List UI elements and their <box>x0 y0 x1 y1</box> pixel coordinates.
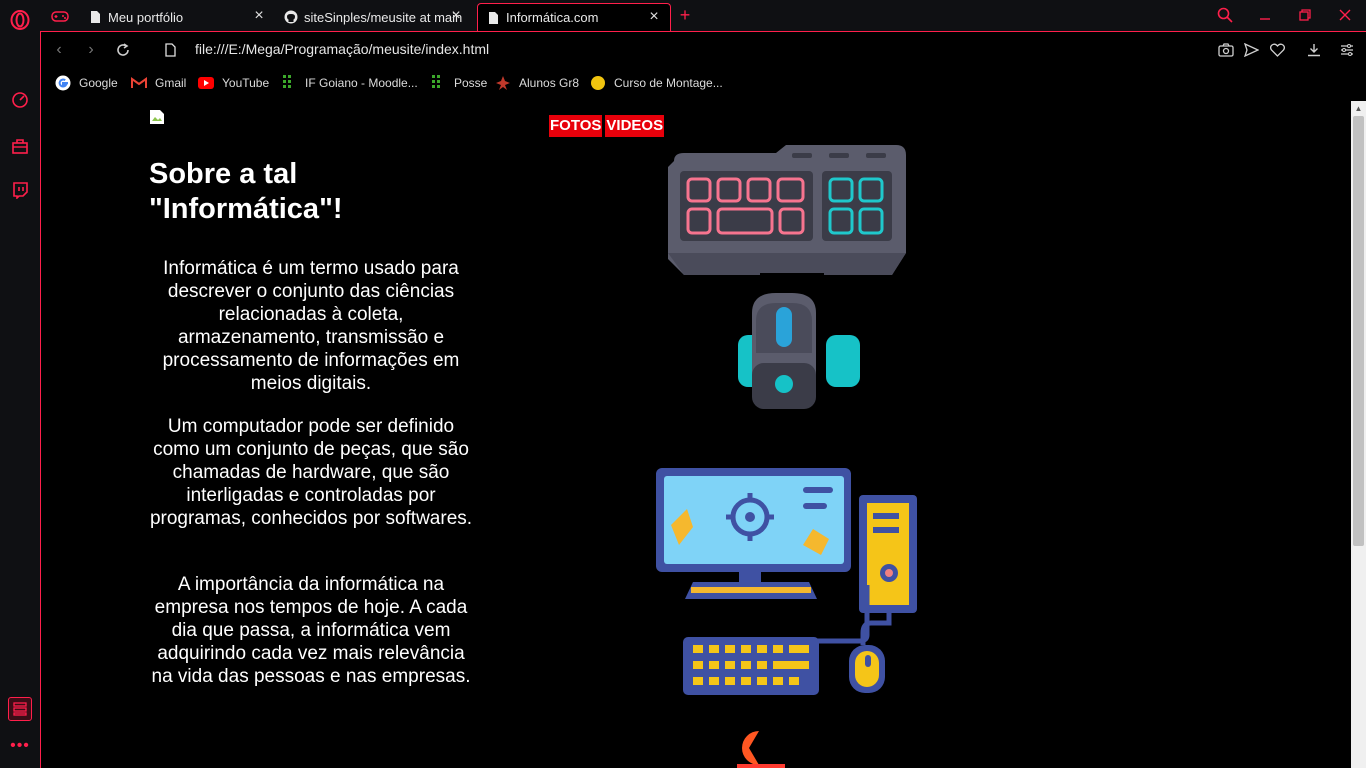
tab-informatica[interactable]: Informática.com × <box>477 3 671 31</box>
file-icon <box>161 41 179 59</box>
paragraph-2: Um computador pode ser definido como um … <box>149 416 473 529</box>
gmail-icon <box>131 75 147 91</box>
new-tab-button[interactable]: + <box>675 5 695 25</box>
page-viewport: FOTOS VIDEOS Sobre a tal "Informática"! … <box>40 101 1351 768</box>
bookmark-gmail[interactable]: Gmail <box>131 75 186 91</box>
restore-icon[interactable] <box>1294 6 1316 24</box>
bookmarks-bar: Google Gmail YouTube IF Goiano - Moodle.… <box>40 67 1366 101</box>
moodle-icon <box>281 75 297 91</box>
easy-setup-icon[interactable] <box>1338 41 1356 59</box>
reload-icon[interactable] <box>114 41 132 59</box>
computer-illustration <box>656 468 917 695</box>
paragraph-1: Informática é um termo usado para descre… <box>162 258 460 394</box>
alunos-icon <box>495 75 511 91</box>
videos-link[interactable]: VIDEOS <box>605 115 665 137</box>
bookmark-label: Curso de Montage... <box>614 76 723 90</box>
workspaces-icon[interactable] <box>8 697 32 721</box>
send-icon[interactable] <box>1242 41 1260 59</box>
bookmark-label: Gmail <box>155 76 187 90</box>
browser-sidebar: ••• <box>0 0 41 768</box>
page-heading: Sobre a tal "Informática"! <box>149 158 343 225</box>
bookmark-if-goiano[interactable]: IF Goiano - Moodle... <box>281 75 418 91</box>
page-scrollbar[interactable]: ▲ <box>1351 101 1366 768</box>
bookmark-label: Google <box>79 76 118 90</box>
store-bag-icon[interactable] <box>10 136 30 156</box>
curso-icon <box>590 75 606 91</box>
tab-title: Meu portfólio <box>108 9 184 25</box>
bookmark-alunos-gr8[interactable]: Alunos Gr8 <box>495 75 579 91</box>
address-bar: ‹ › file:///E:/Mega/Programação/meusite/… <box>40 31 1366 67</box>
close-tab-icon[interactable]: × <box>251 7 267 24</box>
bookmark-google[interactable]: Google <box>55 75 118 91</box>
keyboard-mouse-illustration <box>668 145 906 409</box>
youtube-icon <box>198 75 214 91</box>
close-tab-icon[interactable]: × <box>646 8 662 25</box>
bookmark-posse[interactable]: Posse <box>430 75 487 91</box>
bookmark-label: YouTube <box>222 76 270 90</box>
close-window-icon[interactable] <box>1334 6 1356 24</box>
tab-bar: Meu portfólio × siteSinples/meusite at m… <box>40 0 1366 31</box>
top-menu: FOTOS VIDEOS <box>549 115 665 137</box>
speed-dial-icon[interactable] <box>10 90 30 110</box>
tab-meu-portfolio[interactable]: Meu portfólio × <box>80 3 275 31</box>
minimize-icon[interactable] <box>1254 6 1276 24</box>
broken-image-icon <box>149 109 165 125</box>
tab-title: Informática.com <box>506 10 599 25</box>
bookmark-label: Alunos Gr8 <box>519 76 580 90</box>
url-field[interactable]: file:///E:/Mega/Programação/meusite/inde… <box>195 41 489 57</box>
orange-logo-icon <box>737 731 785 768</box>
tab-title: siteSinples/meusite at main <box>304 9 463 25</box>
heart-icon[interactable] <box>1268 41 1286 59</box>
scroll-up-icon[interactable]: ▲ <box>1351 101 1366 115</box>
bookmark-label: Posse <box>454 76 488 90</box>
opera-logo-icon[interactable] <box>10 10 30 30</box>
search-tabs-icon[interactable] <box>1214 6 1236 24</box>
google-icon <box>55 75 71 91</box>
tab-sitesinples[interactable]: siteSinples/meusite at main × <box>276 3 472 31</box>
gamepad-icon[interactable] <box>50 6 70 26</box>
twitch-icon[interactable] <box>10 180 30 200</box>
page-icon <box>88 10 102 24</box>
bookmark-label: IF Goiano - Moodle... <box>305 76 418 90</box>
bookmark-youtube[interactable]: YouTube <box>198 75 269 91</box>
page-icon <box>486 11 500 25</box>
back-icon[interactable]: ‹ <box>50 41 68 59</box>
more-options-icon[interactable]: ••• <box>10 736 30 756</box>
snapshot-icon[interactable] <box>1217 41 1235 59</box>
scroll-thumb[interactable] <box>1353 116 1364 546</box>
github-icon <box>284 10 298 24</box>
fotos-link[interactable]: FOTOS <box>549 115 603 137</box>
download-icon[interactable] <box>1305 41 1323 59</box>
bookmark-curso[interactable]: Curso de Montage... <box>590 75 723 91</box>
paragraph-3: A importância da informática na empresa … <box>151 574 471 687</box>
close-tab-icon[interactable]: × <box>448 7 464 24</box>
moodle-icon <box>430 75 446 91</box>
forward-icon[interactable]: › <box>82 41 100 59</box>
